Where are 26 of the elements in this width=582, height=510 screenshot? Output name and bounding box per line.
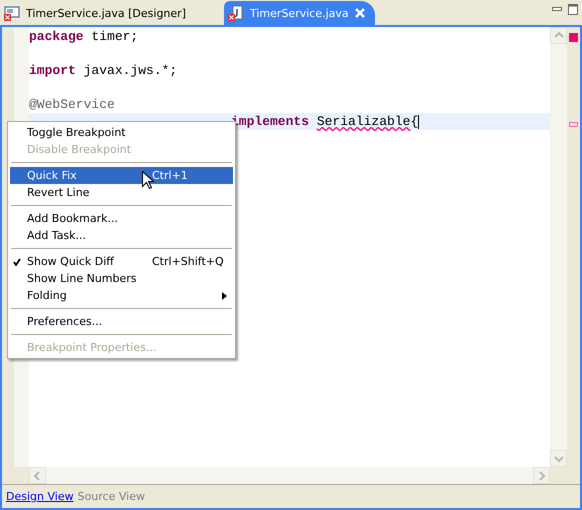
menu-item[interactable]: Show Line Numbers [10,270,233,287]
editor-tab[interactable]: TimerService.java [224,1,375,25]
error-marker-icon [569,33,578,42]
scroll-down-button[interactable] [550,450,567,467]
scroll-right-button[interactable] [533,467,550,484]
menu-item[interactable]: Add Task... [10,227,233,244]
mouse-cursor-icon [142,171,154,190]
menu-item[interactable]: Show Quick Diff Ctrl+Shift+Q [10,253,233,270]
menu-item[interactable]: Revert Line [10,184,233,201]
java-file-icon [228,5,244,21]
view-tab[interactable]: Design View [6,490,74,503]
maximize-icon[interactable] [568,4,578,15]
code-line: package timer; [29,28,140,45]
menu-item[interactable]: Folding [10,287,233,304]
scroll-up-button[interactable] [550,27,567,44]
code-line: @WebService [29,96,116,113]
error-marker-icon [569,122,578,127]
menu-item[interactable]: Add Bookmark... [10,210,233,227]
menu-item[interactable]: Preferences... [10,313,233,330]
submenu-arrow-icon [222,292,227,300]
close-icon[interactable] [354,8,365,18]
menu-item[interactable]: Quick Fix Ctrl+1 [10,167,233,184]
check-icon [13,258,21,266]
designer-file-icon [4,5,20,21]
scroll-left-button[interactable] [29,467,46,484]
code-line: import javax.jws.*; [29,62,178,79]
